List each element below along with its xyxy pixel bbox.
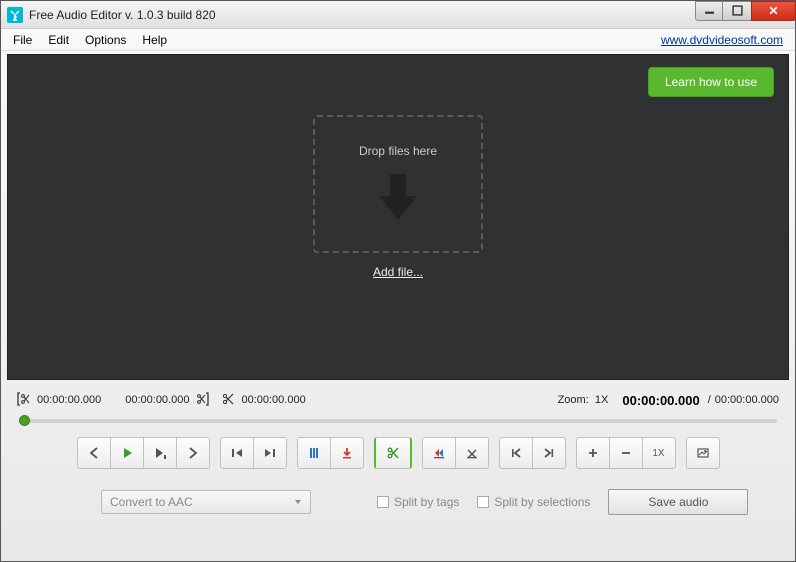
skip-start-button[interactable]: [220, 437, 254, 469]
learn-how-button[interactable]: Learn how to use: [648, 67, 774, 97]
marker-add-button[interactable]: [297, 437, 331, 469]
zoom-reset-button[interactable]: 1X: [642, 437, 676, 469]
selection-time: 00:00:00.000: [241, 394, 305, 406]
menu-file[interactable]: File: [5, 31, 40, 49]
region-delete-button[interactable]: [455, 437, 489, 469]
scissors-bracket-right-icon: [195, 392, 209, 409]
seek-slider-wrap: [1, 411, 795, 433]
split-sel-label: Split by selections: [494, 495, 590, 509]
go-start-button[interactable]: [499, 437, 533, 469]
scissors-icon: [221, 392, 235, 409]
window-title: Free Audio Editor v. 1.0.3 build 820: [29, 8, 695, 22]
website-link[interactable]: www.dvdvideosoft.com: [661, 33, 791, 47]
split-tags-label: Split by tags: [394, 495, 459, 509]
format-combobox[interactable]: Convert to AAC: [101, 490, 311, 514]
menu-options[interactable]: Options: [77, 31, 134, 49]
cut-start-time: 00:00:00.000: [37, 394, 101, 406]
zoom-out-button[interactable]: [609, 437, 643, 469]
checkbox-box: [477, 496, 489, 508]
menubar: File Edit Options Help www.dvdvideosoft.…: [1, 29, 795, 51]
add-file-link[interactable]: Add file...: [373, 265, 423, 279]
chevron-down-icon: [294, 495, 302, 509]
menu-edit[interactable]: Edit: [40, 31, 77, 49]
maximize-button[interactable]: [722, 1, 752, 21]
scissors-bracket-left-icon: [17, 392, 31, 409]
seek-slider[interactable]: [19, 419, 777, 423]
info-bar: 00:00:00.000 00:00:00.000 00:00:00.000 Z…: [1, 383, 795, 411]
time-separator: /: [708, 394, 711, 406]
waveform-stage[interactable]: Learn how to use Drop files here Add fil…: [7, 54, 789, 380]
checkbox-box: [377, 496, 389, 508]
split-by-tags-checkbox[interactable]: Split by tags: [377, 495, 459, 509]
bottom-bar: Convert to AAC Split by tags Split by se…: [1, 479, 795, 531]
close-button[interactable]: [751, 1, 796, 21]
next-frame-button[interactable]: [176, 437, 210, 469]
zoom-label: Zoom: 1X: [558, 394, 609, 406]
format-value: Convert to AAC: [110, 495, 193, 509]
drop-zone[interactable]: Drop files here: [313, 115, 483, 253]
drop-text: Drop files here: [359, 144, 437, 158]
total-time: 00:00:00.000: [715, 394, 779, 406]
skip-end-button[interactable]: [253, 437, 287, 469]
snapshot-button[interactable]: [686, 437, 720, 469]
titlebar[interactable]: Free Audio Editor v. 1.0.3 build 820: [1, 1, 795, 29]
cut-button[interactable]: [374, 437, 412, 469]
prev-frame-button[interactable]: [77, 437, 111, 469]
window-controls: [695, 1, 795, 21]
app-icon: [7, 7, 23, 23]
position-time: 00:00:00.000: [125, 394, 189, 406]
marker-remove-button[interactable]: [330, 437, 364, 469]
go-end-button[interactable]: [532, 437, 566, 469]
playback-toolbar: 1X: [1, 433, 795, 479]
seek-knob[interactable]: [19, 415, 30, 426]
save-audio-button[interactable]: Save audio: [608, 489, 748, 515]
app-window: Free Audio Editor v. 1.0.3 build 820 Fil…: [0, 0, 796, 562]
arrow-down-icon: [375, 172, 421, 225]
region-in-button[interactable]: [422, 437, 456, 469]
minimize-button[interactable]: [695, 1, 723, 21]
menu-help[interactable]: Help: [134, 31, 175, 49]
play-selection-button[interactable]: [143, 437, 177, 469]
split-by-selections-checkbox[interactable]: Split by selections: [477, 495, 590, 509]
play-button[interactable]: [110, 437, 144, 469]
zoom-in-button[interactable]: [576, 437, 610, 469]
current-time: 00:00:00.000: [622, 393, 699, 408]
